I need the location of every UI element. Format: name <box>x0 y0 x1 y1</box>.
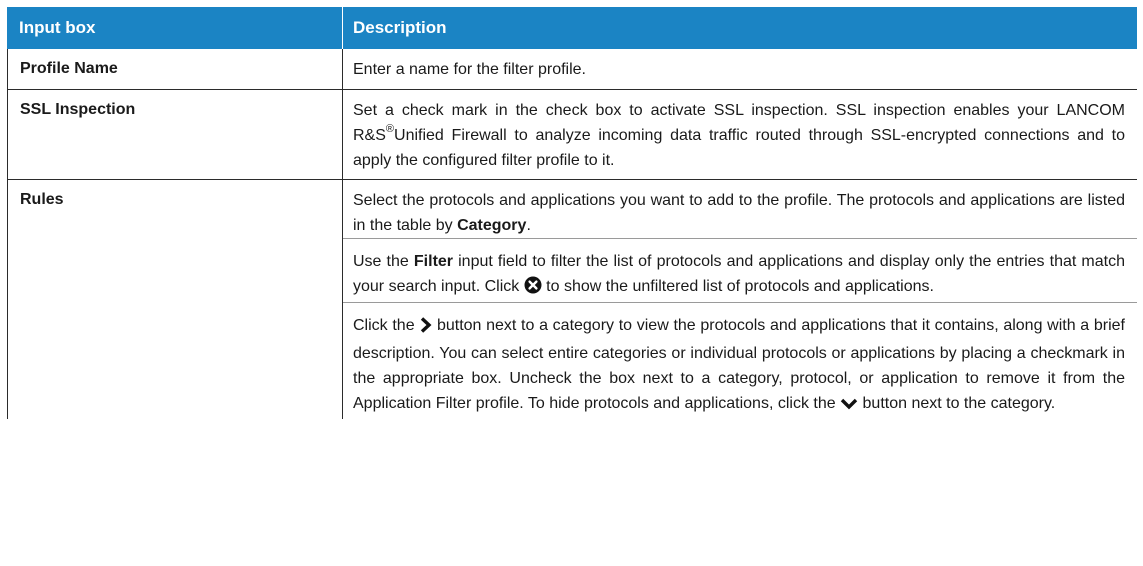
table-header: Input box Description <box>7 7 1137 49</box>
row-label-ssl-inspection: SSL Inspection <box>7 90 343 179</box>
rules-paragraph-2: Use the Filter input field to filter the… <box>343 249 1137 303</box>
bold-term: Filter <box>413 253 454 270</box>
table-row-profile-name: Profile Name Enter a name for the filter… <box>7 49 1137 90</box>
desc-text: Use the Filter input field to filter the… <box>353 249 1125 302</box>
desc-part: . <box>526 217 531 234</box>
table-row-rules: Rules Select the protocols and applicati… <box>7 180 1137 419</box>
clear-circle-icon <box>524 276 542 302</box>
rules-paragraph-3: Click the button next to a category to v… <box>353 313 1125 419</box>
desc-part: Click the <box>353 317 420 334</box>
row-desc-profile-name: Enter a name for the filter profile. <box>343 49 1137 89</box>
registered-mark: ® <box>385 123 395 135</box>
header-input-box: Input box <box>7 7 343 49</box>
bold-term: Category <box>457 217 527 234</box>
desc-text: Select the protocols and applications yo… <box>353 188 1125 238</box>
chevron-right-icon <box>419 316 432 341</box>
row-desc-rules: Select the protocols and applications yo… <box>343 180 1137 419</box>
table-row-ssl-inspection: SSL Inspection Set a check mark in the c… <box>7 90 1137 180</box>
desc-text: Set a check mark in the check box to act… <box>353 98 1125 173</box>
description-table: Input box Description Profile Name Enter… <box>7 7 1137 419</box>
row-desc-ssl-inspection: Set a check mark in the check box to act… <box>343 90 1137 179</box>
row-label-rules: Rules <box>7 180 343 419</box>
chevron-down-icon <box>840 394 858 419</box>
desc-part: to show the unfiltered list of protocols… <box>541 278 934 295</box>
desc-part: Use the <box>353 253 414 270</box>
desc-part: Unified Firewall to analyze incoming dat… <box>353 127 1125 169</box>
desc-text: Enter a name for the filter profile. <box>353 61 586 78</box>
row-label-profile-name: Profile Name <box>7 49 343 89</box>
rules-paragraph-1: Select the protocols and applications yo… <box>343 188 1137 239</box>
header-description: Description <box>353 18 447 37</box>
desc-text: Click the button next to a category to v… <box>353 313 1125 419</box>
desc-part: button next to the category. <box>858 395 1056 412</box>
